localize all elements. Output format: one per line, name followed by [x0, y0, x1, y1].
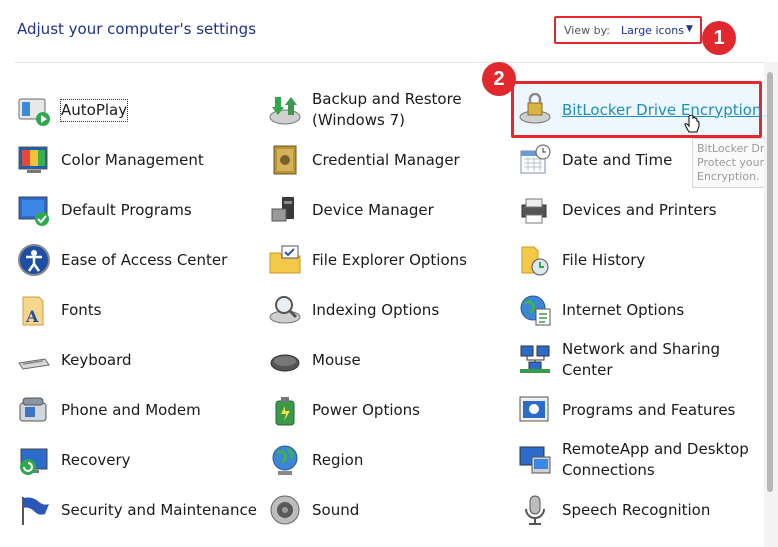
scrollbar-thumb[interactable] [767, 72, 773, 492]
backup-restore-icon [268, 93, 302, 127]
item-remoteapp[interactable]: RemoteApp and Desktop Connections [518, 438, 752, 482]
item-recovery[interactable]: Recovery [17, 438, 131, 482]
indexing-options-icon [268, 293, 302, 327]
item-device-manager[interactable]: Device Manager [268, 188, 434, 232]
item-label: Indexing Options [312, 300, 440, 319]
sound-icon [268, 493, 302, 527]
internet-options-icon [518, 293, 552, 327]
date-time-icon [518, 143, 552, 177]
header-bar: Adjust your computer's settings View by:… [0, 0, 778, 62]
item-backup-restore[interactable]: Backup and Restore (Windows 7) [268, 88, 472, 132]
power-options-icon [268, 393, 302, 427]
item-label: Fonts [61, 300, 102, 319]
item-indexing-options[interactable]: Indexing Options [268, 288, 439, 332]
remoteapp-icon [518, 443, 552, 477]
item-label: Programs and Features [562, 400, 736, 419]
item-label: Security and Maintenance [61, 500, 257, 519]
item-label: Default Programs [61, 200, 192, 219]
item-mouse[interactable]: Mouse [268, 338, 361, 382]
divider [14, 62, 764, 63]
item-label: Date and Time [562, 150, 673, 169]
item-label: Keyboard [61, 350, 132, 369]
device-manager-icon [268, 193, 302, 227]
speech-recognition-icon [518, 493, 552, 527]
item-date-time[interactable]: Date and Time [518, 138, 672, 182]
item-label: Power Options [312, 400, 420, 419]
annotation-badge-1: 1 [702, 21, 736, 55]
credential-manager-icon [268, 143, 302, 177]
item-fonts[interactable]: A Fonts [17, 288, 101, 332]
view-by-dropdown[interactable]: View by: Large icons ▼ [554, 16, 702, 44]
svg-text:A: A [25, 307, 39, 326]
item-color-management[interactable]: Color Management [17, 138, 204, 182]
item-label: Sound [312, 500, 360, 519]
item-security-maintenance[interactable]: Security and Maintenance [17, 488, 257, 532]
default-programs-icon [17, 193, 51, 227]
item-speech-recognition[interactable]: Speech Recognition [518, 488, 710, 532]
view-by-value[interactable]: Large icons [621, 24, 684, 37]
bitlocker-icon [518, 92, 552, 127]
programs-features-icon [518, 393, 552, 427]
fonts-icon: A [17, 293, 51, 327]
item-power-options[interactable]: Power Options [268, 388, 420, 432]
tooltip-line: BitLocker Drive E [697, 142, 777, 155]
item-phone-modem[interactable]: Phone and Modem [17, 388, 201, 432]
item-default-programs[interactable]: Default Programs [17, 188, 192, 232]
ease-of-access-icon [17, 243, 51, 277]
item-label: Internet Options [562, 300, 685, 319]
item-label: File History [562, 250, 646, 269]
item-credential-manager[interactable]: Credential Manager [268, 138, 460, 182]
security-maintenance-icon [17, 493, 51, 527]
chevron-down-icon[interactable]: ▼ [686, 24, 693, 34]
item-label: Device Manager [312, 200, 434, 219]
item-label: Devices and Printers [562, 200, 717, 219]
file-history-icon [518, 243, 552, 277]
hand-cursor-icon [684, 114, 700, 137]
item-internet-options[interactable]: Internet Options [518, 288, 684, 332]
file-explorer-options-icon [268, 243, 302, 277]
autoplay-icon [17, 93, 51, 127]
item-label: File Explorer Options [312, 250, 467, 269]
item-file-explorer-options[interactable]: File Explorer Options [268, 238, 467, 282]
tooltip-line: Protect your PC [697, 156, 778, 169]
item-label: Credential Manager [312, 150, 460, 169]
item-label: Ease of Access Center [61, 250, 228, 269]
item-label: Backup and Restore (Windows 7) [312, 90, 462, 129]
region-icon [268, 443, 302, 477]
vertical-scrollbar[interactable] [764, 62, 778, 547]
item-label: Mouse [312, 350, 361, 369]
item-network-sharing[interactable]: Network and Sharing Center [518, 338, 732, 382]
keyboard-icon [17, 343, 51, 377]
item-label: Color Management [61, 150, 204, 169]
item-label: Phone and Modem [61, 400, 201, 419]
page-title: Adjust your computer's settings [17, 20, 257, 38]
network-sharing-icon [518, 343, 552, 377]
item-label: BitLocker Drive Encryption [562, 100, 762, 119]
item-ease-of-access[interactable]: Ease of Access Center [17, 238, 227, 282]
item-devices-printers[interactable]: Devices and Printers [518, 188, 717, 232]
item-label: Network and Sharing Center [562, 340, 720, 379]
phone-modem-icon [17, 393, 51, 427]
item-region[interactable]: Region [268, 438, 363, 482]
item-label: RemoteApp and Desktop Connections [562, 440, 749, 479]
item-programs-features[interactable]: Programs and Features [518, 388, 735, 432]
item-sound[interactable]: Sound [268, 488, 359, 532]
mouse-icon [268, 343, 302, 377]
item-label: AutoPlay [59, 98, 129, 122]
color-management-icon [17, 143, 51, 177]
recovery-icon [17, 443, 51, 477]
devices-printers-icon [518, 193, 552, 227]
item-bitlocker[interactable]: BitLocker Drive Encryption [518, 88, 761, 132]
annotation-badge-2: 2 [482, 62, 516, 96]
item-label: Speech Recognition [562, 500, 711, 519]
item-label: Region [312, 450, 364, 469]
item-label: Recovery [61, 450, 131, 469]
item-autoplay[interactable]: AutoPlay [17, 88, 129, 132]
view-by-label: View by: [564, 24, 610, 37]
tooltip-line: Encryption. [697, 170, 760, 183]
item-file-history[interactable]: File History [518, 238, 645, 282]
item-keyboard[interactable]: Keyboard [17, 338, 132, 382]
